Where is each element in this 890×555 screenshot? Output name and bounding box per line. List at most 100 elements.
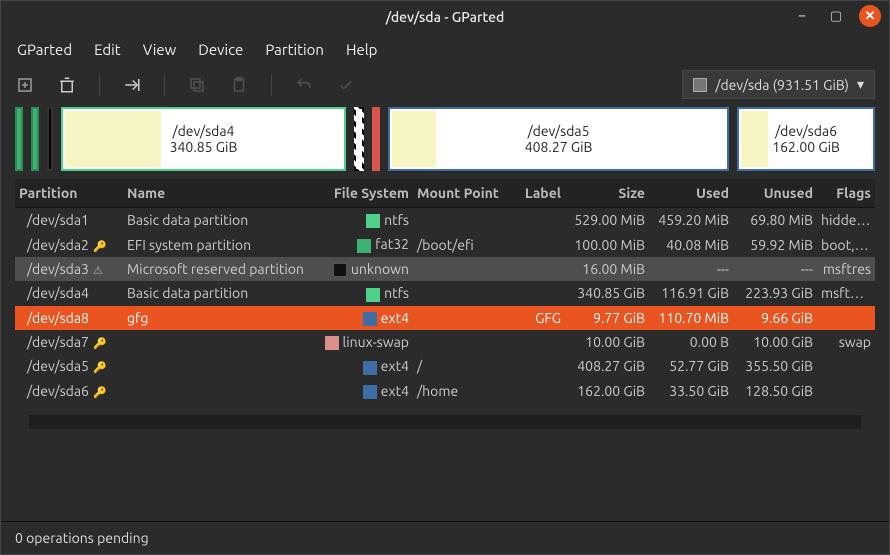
cell-label xyxy=(511,354,565,378)
cell-fs: ext4 xyxy=(319,354,413,378)
cell-label xyxy=(511,379,565,403)
toolbar: /dev/sda (931.51 GiB) ▾ xyxy=(1,66,889,107)
fs-swatch xyxy=(363,361,377,375)
device-selector[interactable]: /dev/sda (931.51 GiB) ▾ xyxy=(682,70,875,99)
cell-used: 52.77 GiB xyxy=(649,354,733,378)
paste-icon[interactable] xyxy=(229,75,249,95)
disk-map[interactable]: /dev/sda4 340.85 GiB /dev/sda5 408.27 Gi… xyxy=(1,107,889,179)
map-segment-sda4[interactable]: /dev/sda4 340.85 GiB xyxy=(61,107,346,171)
col-used[interactable]: Used xyxy=(649,179,733,208)
map-segment[interactable] xyxy=(31,107,39,171)
close-button[interactable]: ✕ xyxy=(859,5,881,27)
map-segment[interactable] xyxy=(15,107,23,171)
cell-mount xyxy=(413,257,511,281)
cell-size: 529.00 MiB xyxy=(565,208,649,233)
map-label: /dev/sda5 xyxy=(528,123,590,139)
cell-mount xyxy=(413,306,511,330)
minimize-button[interactable]: – xyxy=(791,5,813,27)
cell-mount: / xyxy=(413,354,511,378)
cell-name: gfg xyxy=(123,306,319,330)
copy-icon[interactable] xyxy=(187,75,207,95)
gparted-window: /dev/sda - GParted – ▢ ✕ GParted Edit Vi… xyxy=(0,0,890,555)
col-size[interactable]: Size xyxy=(565,179,649,208)
table-row[interactable]: /dev/sda2🔑EFI system partitionfat32/boot… xyxy=(15,232,875,256)
map-segment-sda5[interactable]: /dev/sda5 408.27 GiB xyxy=(388,107,729,171)
used-region xyxy=(392,111,436,167)
menu-gparted[interactable]: GParted xyxy=(17,41,72,58)
col-partition[interactable]: Partition xyxy=(15,179,123,208)
cell-partition: /dev/sda4 xyxy=(15,281,123,305)
delete-partition-icon[interactable] xyxy=(57,75,77,95)
cell-flags xyxy=(817,379,875,403)
cell-unused: --- xyxy=(733,257,817,281)
cell-name: Basic data partition xyxy=(123,208,319,233)
table-row[interactable]: /dev/sda5🔑ext4/408.27 GiB52.77 GiB355.50… xyxy=(15,354,875,378)
lock-icon: 🔑 xyxy=(93,337,107,350)
scrollbar-track[interactable] xyxy=(29,415,861,429)
col-fs[interactable]: File System xyxy=(319,179,413,208)
cell-fs: ext4 xyxy=(319,306,413,330)
cell-used: 0.00 B xyxy=(649,330,733,354)
table-row[interactable]: /dev/sda8gfgext4GFG9.77 GiB110.70 MiB9.6… xyxy=(15,306,875,330)
menu-help[interactable]: Help xyxy=(346,41,377,58)
menu-device[interactable]: Device xyxy=(198,41,243,58)
cell-partition: /dev/sda2🔑 xyxy=(15,232,123,256)
cell-partition: /dev/sda6🔑 xyxy=(15,379,123,403)
fs-swatch xyxy=(366,288,380,302)
col-flags[interactable]: Flags xyxy=(817,179,875,208)
col-mount[interactable]: Mount Point xyxy=(413,179,511,208)
new-partition-icon[interactable] xyxy=(15,75,35,95)
menu-view[interactable]: View xyxy=(143,41,177,58)
cell-mount xyxy=(413,208,511,233)
cell-name xyxy=(123,354,319,378)
cell-unused: 9.66 GiB xyxy=(733,306,817,330)
fs-swatch xyxy=(363,385,377,399)
cell-unused: 10.00 GiB xyxy=(733,330,817,354)
map-segment[interactable] xyxy=(47,107,53,171)
map-sublabel: 340.85 GiB xyxy=(170,139,238,155)
table-row[interactable]: /dev/sda6🔑ext4/home162.00 GiB33.50 GiB12… xyxy=(15,379,875,403)
window-title: /dev/sda - GParted xyxy=(386,9,505,25)
undo-icon[interactable] xyxy=(294,75,314,95)
cell-used: 40.08 MiB xyxy=(649,232,733,256)
used-region xyxy=(741,111,768,167)
resize-move-icon[interactable] xyxy=(122,75,142,95)
cell-size: 10.00 GiB xyxy=(565,330,649,354)
table-row[interactable]: /dev/sda1Basic data partitionntfs529.00 … xyxy=(15,208,875,233)
cell-label xyxy=(511,330,565,354)
cell-flags xyxy=(817,306,875,330)
map-segment-sda6[interactable]: /dev/sda6 162.00 GiB xyxy=(737,107,875,171)
cell-used: 33.50 GiB xyxy=(649,379,733,403)
cell-unused: 355.50 GiB xyxy=(733,354,817,378)
col-label[interactable]: Label xyxy=(511,179,565,208)
cell-label: GFG xyxy=(511,306,565,330)
menu-edit[interactable]: Edit xyxy=(94,41,121,58)
map-segment[interactable] xyxy=(372,107,380,171)
device-selector-label: /dev/sda (931.51 GiB) xyxy=(715,77,849,93)
cell-size: 340.85 GiB xyxy=(565,281,649,305)
cell-mount xyxy=(413,330,511,354)
cell-size: 9.77 GiB xyxy=(565,306,649,330)
fs-swatch xyxy=(325,336,339,350)
cell-flags: msftres xyxy=(817,257,875,281)
cell-unused: 59.92 MiB xyxy=(733,232,817,256)
col-unused[interactable]: Unused xyxy=(733,179,817,208)
table-row[interactable]: /dev/sda7🔑linux-swap10.00 GiB0.00 B10.00… xyxy=(15,330,875,354)
cell-name: Microsoft reserved partition xyxy=(123,257,319,281)
table-row[interactable]: /dev/sda4Basic data partitionntfs340.85 … xyxy=(15,281,875,305)
cell-flags: swap xyxy=(817,330,875,354)
map-sublabel: 408.27 GiB xyxy=(525,139,593,155)
col-name[interactable]: Name xyxy=(123,179,319,208)
map-label: /dev/sda4 xyxy=(173,123,235,139)
cell-unused: 223.93 GiB xyxy=(733,281,817,305)
cell-size: 16.00 MiB xyxy=(565,257,649,281)
menu-partition[interactable]: Partition xyxy=(265,41,324,58)
lock-icon: 🔑 xyxy=(93,386,107,399)
table-row[interactable]: /dev/sda3⚠Microsoft reserved partitionun… xyxy=(15,257,875,281)
cell-size: 100.00 MiB xyxy=(565,232,649,256)
cell-mount xyxy=(413,281,511,305)
map-segment[interactable] xyxy=(354,107,364,171)
maximize-button[interactable]: ▢ xyxy=(825,5,847,27)
cell-flags: boot, esp xyxy=(817,232,875,256)
apply-icon[interactable] xyxy=(336,75,356,95)
